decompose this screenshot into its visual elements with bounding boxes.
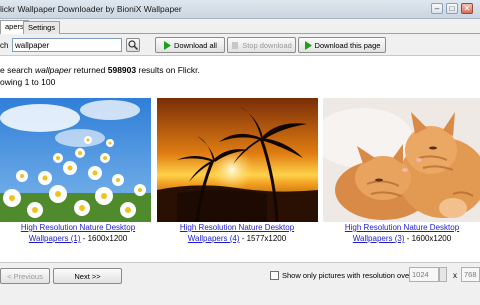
results-count: 598903 bbox=[107, 65, 137, 75]
tab-settings[interactable]: Settings bbox=[23, 21, 61, 34]
image-size: - 1577x1200 bbox=[239, 234, 287, 243]
stop-icon bbox=[232, 41, 239, 49]
min-width-input[interactable] bbox=[409, 267, 439, 282]
image-size: - 1600x1200 bbox=[80, 234, 128, 243]
image-caption: High Resolution Nature Desktop Wallpaper… bbox=[324, 222, 480, 244]
minimize-button[interactable]: – bbox=[431, 3, 443, 14]
results-summary: e search wallpaper returned 598903 resul… bbox=[0, 64, 200, 88]
search-icon bbox=[128, 40, 139, 51]
wallpaper-thumbnail[interactable] bbox=[0, 98, 151, 222]
search-input[interactable] bbox=[12, 38, 122, 52]
search-label: ch bbox=[0, 41, 9, 50]
wallpaper-thumbnail[interactable] bbox=[157, 98, 318, 222]
daisies-image bbox=[0, 98, 151, 222]
download-page-button[interactable]: Download this page bbox=[298, 37, 386, 53]
next-button[interactable]: Next >> bbox=[53, 268, 122, 284]
min-height-input[interactable] bbox=[461, 267, 480, 282]
results-prefix: e search bbox=[0, 65, 35, 75]
wallpaper-thumbnail[interactable] bbox=[323, 98, 480, 222]
image-size: - 1600x1200 bbox=[404, 234, 452, 243]
close-button[interactable]: ✕ bbox=[461, 3, 473, 14]
results-mid: returned bbox=[71, 65, 108, 75]
resolution-times: x bbox=[453, 271, 457, 280]
previous-button[interactable]: < Previous bbox=[0, 268, 50, 284]
min-width-spinner[interactable] bbox=[439, 267, 447, 282]
pagination-bar: < Previous Next >> Show only pictures wi… bbox=[0, 262, 480, 305]
maximize-button[interactable]: □ bbox=[446, 3, 458, 14]
image-caption: High Resolution Nature Desktop Wallpaper… bbox=[0, 222, 156, 244]
window-title: lickr Wallpaper Downloader by BioniX Wal… bbox=[0, 4, 182, 14]
results-line: e search wallpaper returned 598903 resul… bbox=[0, 64, 200, 76]
sunset-image bbox=[157, 98, 318, 222]
results-term: wallpaper bbox=[34, 65, 72, 75]
tab-strip: apers Settings bbox=[0, 19, 480, 35]
search-toolbar: ch Download all Stop download Download t… bbox=[0, 34, 480, 56]
download-all-button[interactable]: Download all bbox=[155, 37, 225, 53]
stop-download-button[interactable]: Stop download bbox=[227, 37, 296, 53]
results-range: owing 1 to 100 bbox=[0, 77, 56, 87]
resolution-filter-checkbox[interactable] bbox=[270, 271, 279, 280]
image-caption: High Resolution Nature Desktop Wallpaper… bbox=[159, 222, 315, 244]
results-suffix: results on Flickr. bbox=[136, 65, 200, 75]
stop-download-label: Stop download bbox=[242, 40, 292, 50]
play-icon bbox=[304, 40, 312, 50]
download-page-label: Download this page bbox=[314, 40, 381, 50]
play-icon bbox=[164, 40, 172, 50]
download-all-label: Download all bbox=[174, 40, 217, 50]
resolution-filter-label: Show only pictures with resolution over: bbox=[282, 271, 414, 280]
search-button[interactable] bbox=[126, 38, 140, 52]
kittens-image bbox=[323, 98, 480, 222]
title-bar: lickr Wallpaper Downloader by BioniX Wal… bbox=[0, 0, 480, 19]
